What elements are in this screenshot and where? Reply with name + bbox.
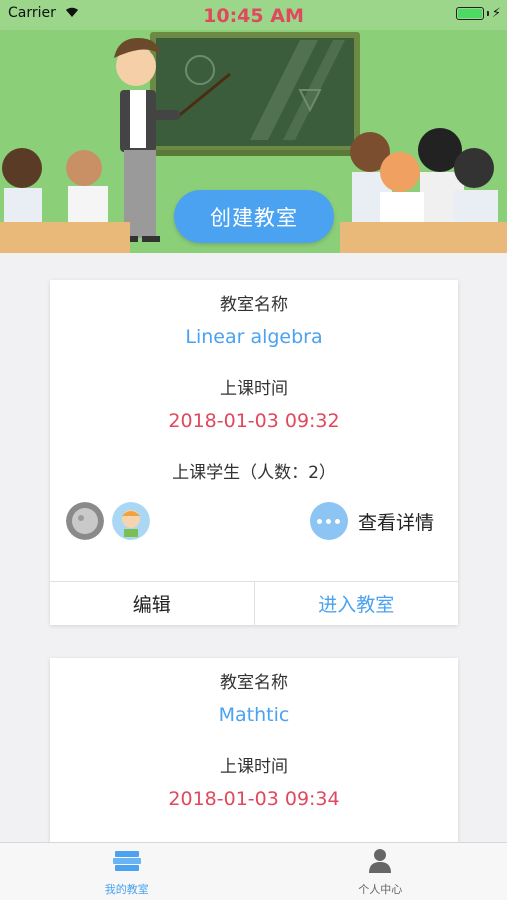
books-icon	[112, 849, 142, 877]
classroom-name: Mathtic	[218, 704, 290, 726]
create-classroom-button[interactable]: 创建教室	[174, 190, 334, 243]
classroom-name-label: 教室名称	[220, 295, 288, 315]
student-avatars	[66, 502, 150, 540]
more-icon	[309, 502, 348, 540]
tab-bar: 我的教室 个人中心	[0, 842, 507, 900]
student-avatar[interactable]	[66, 502, 104, 540]
status-bar: Carrier 10:45 AM ⚡	[0, 0, 507, 28]
classroom-name-label: 教室名称	[220, 673, 288, 693]
edit-button[interactable]: 编辑	[50, 582, 255, 625]
tab-label: 个人中心	[358, 883, 403, 896]
tab-label: 我的教室	[104, 883, 149, 896]
view-details-button[interactable]: 查看详情	[309, 502, 434, 540]
tab-my-classrooms[interactable]: 我的教室	[0, 843, 254, 900]
class-time: 2018-01-03 09:32	[168, 410, 340, 432]
charging-icon: ⚡	[491, 6, 501, 21]
card-actions: 编辑 进入教室	[50, 581, 458, 625]
status-time: 10:45 AM	[203, 5, 304, 27]
classroom-banner: 创建教室	[0, 0, 507, 253]
students-label: 上课学生（人数：2）	[172, 463, 336, 483]
classroom-card: 教室名称 Linear algebra 上课时间 2018-01-03 09:3…	[50, 280, 458, 625]
person-icon	[367, 847, 393, 877]
battery-icon: ⚡	[455, 6, 501, 21]
classroom-name: Linear algebra	[185, 326, 323, 348]
tab-personal-center[interactable]: 个人中心	[254, 843, 507, 900]
enter-classroom-button[interactable]: 进入教室	[255, 582, 459, 625]
class-time-label: 上课时间	[220, 757, 288, 777]
classroom-card: 教室名称 Mathtic 上课时间 2018-01-03 09:34	[50, 658, 458, 848]
view-details-label: 查看详情	[357, 511, 434, 534]
student-avatar[interactable]	[112, 502, 150, 540]
class-time: 2018-01-03 09:34	[168, 788, 340, 810]
class-time-label: 上课时间	[220, 379, 288, 399]
